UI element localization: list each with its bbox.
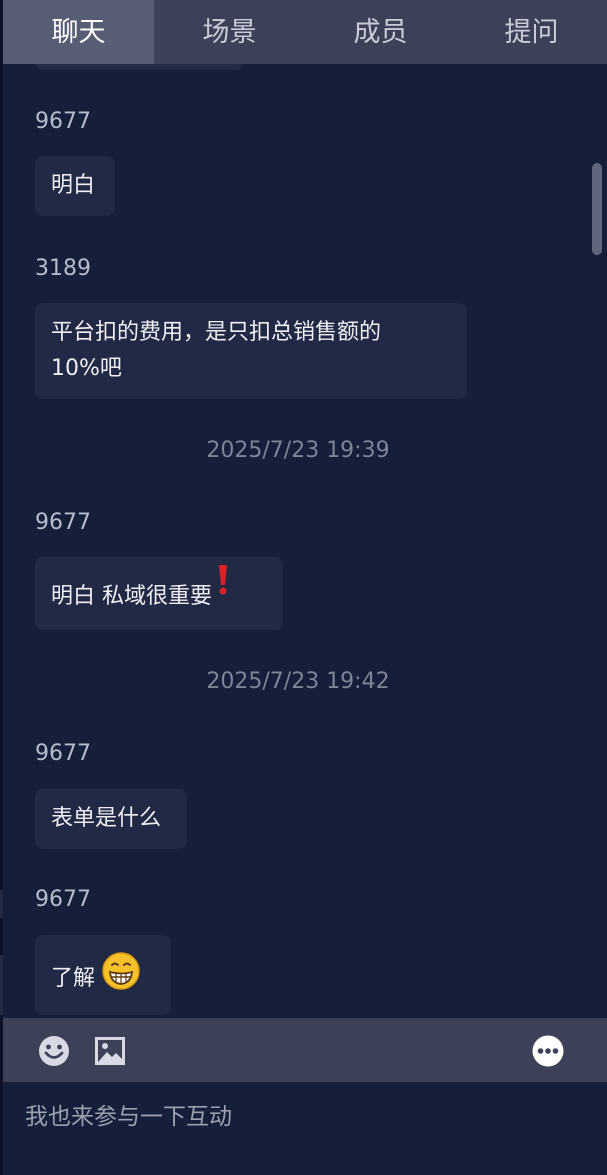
- message-timestamp: 2025/7/23 19:39: [206, 438, 390, 463]
- message-bubble: 平台扣的费用，是只扣总销售额的 10%吧: [35, 303, 467, 399]
- message-sender: 9677: [35, 741, 91, 766]
- message-sender: 9677: [35, 109, 91, 134]
- more-icon[interactable]: [531, 1034, 565, 1068]
- message-sender: 9677: [35, 887, 91, 912]
- red-exclamation-icon: [216, 563, 230, 609]
- input-toolbar: [3, 1018, 607, 1082]
- tab-questions[interactable]: 提问: [456, 0, 607, 64]
- grinning-face-icon: [101, 951, 141, 1003]
- message-sender: 3189: [35, 256, 91, 281]
- tab-members[interactable]: 成员: [305, 0, 456, 64]
- tab-chat[interactable]: 聊天: [3, 0, 154, 64]
- scrollbar[interactable]: [592, 163, 602, 255]
- message-text: 表单是什么: [51, 806, 162, 831]
- message-bubble: 表单是什么: [35, 789, 187, 849]
- message-text-line: 10%吧: [51, 356, 122, 381]
- smiley-icon[interactable]: [37, 1034, 71, 1068]
- message-text-line: 平台扣的费用，是只扣总销售额的: [51, 320, 382, 345]
- image-icon[interactable]: [93, 1034, 127, 1068]
- message-input-area: [3, 1082, 607, 1175]
- tab-scene[interactable]: 场景: [154, 0, 305, 64]
- previous-message-bubble: [35, 64, 243, 70]
- message-timestamp: 2025/7/23 19:42: [206, 669, 390, 694]
- message-input[interactable]: [23, 1096, 587, 1138]
- message-text: 明白 私域很重要: [51, 584, 212, 609]
- message-text: 明白: [51, 173, 96, 198]
- tab-bar: 聊天 场景 成员 提问: [3, 0, 607, 64]
- message-bubble: 明白 私域很重要: [35, 557, 283, 630]
- message-text: 了解: [51, 966, 96, 991]
- live-chat-panel: 聊天 场景 成员 提问 9677 明白 3189 平台扣的费用，是只扣总销售额的…: [0, 0, 607, 1175]
- message-list[interactable]: 9677 明白 3189 平台扣的费用，是只扣总销售额的 10%吧 2025/7…: [3, 64, 607, 1018]
- message-sender: 9677: [35, 510, 91, 535]
- message-bubble: 了解: [35, 935, 171, 1015]
- message-bubble: 明白: [35, 156, 115, 216]
